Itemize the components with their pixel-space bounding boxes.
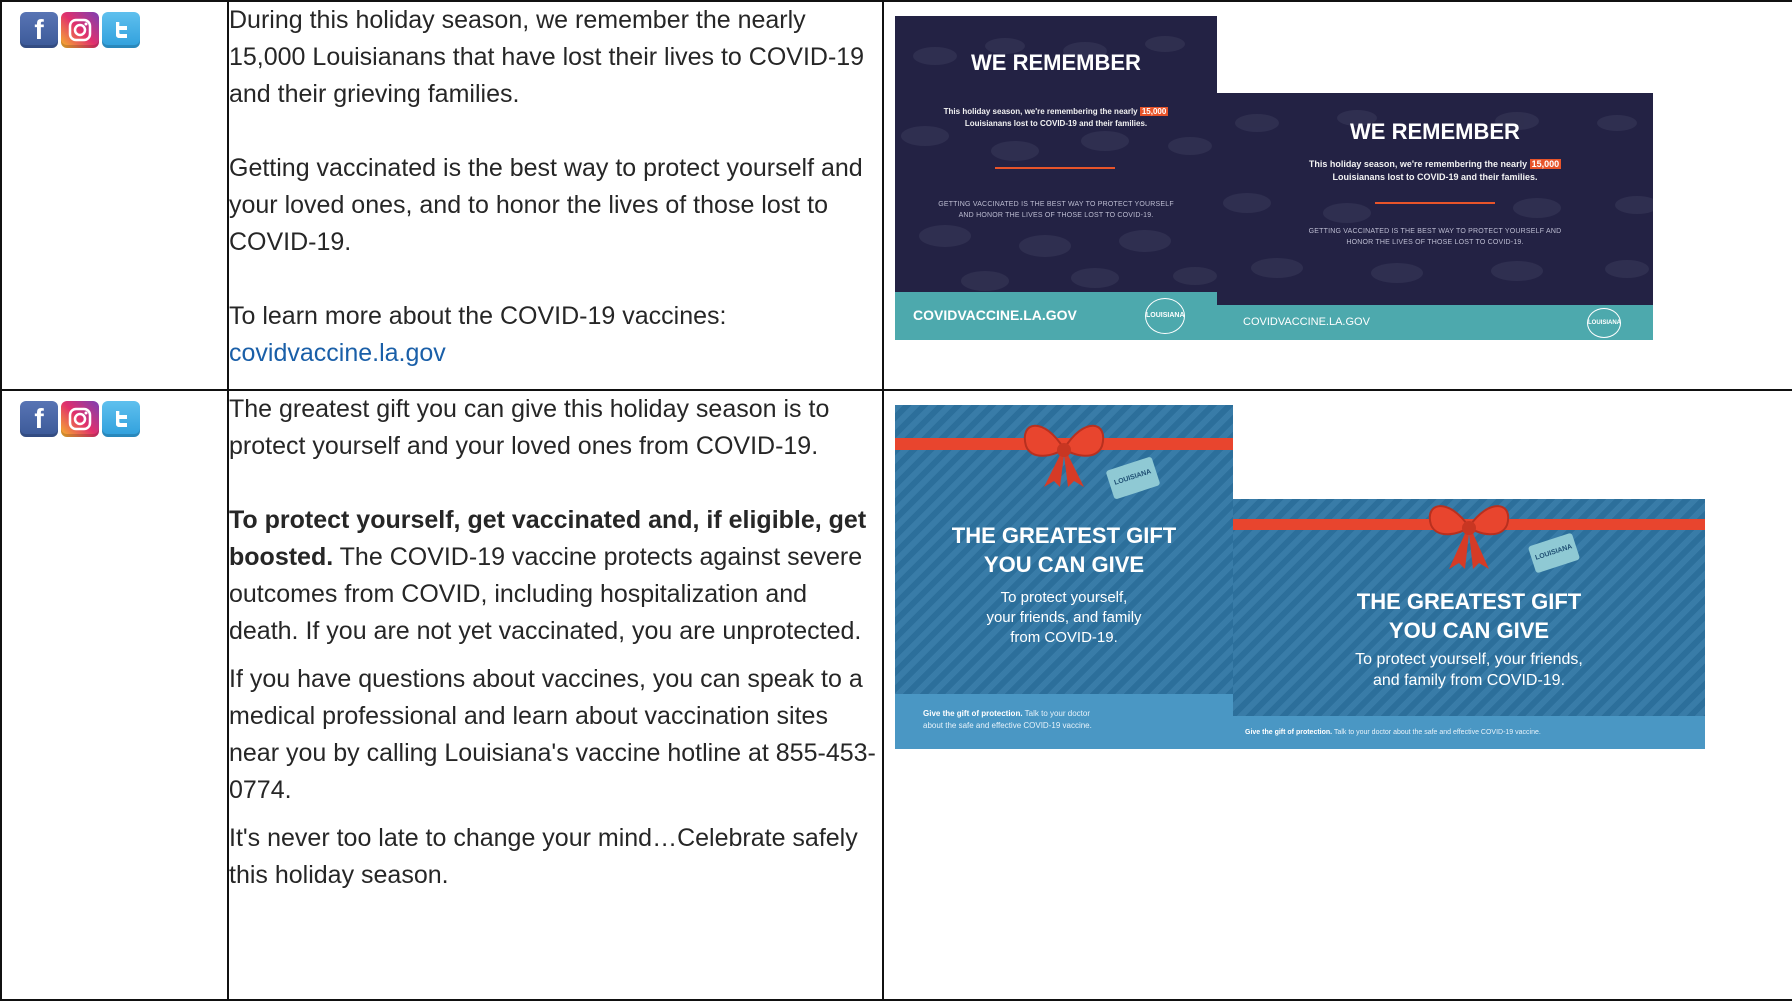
- card-small-text: GETTING VACCINATED IS THE BEST WAY TO PR…: [895, 199, 1217, 221]
- card-title: WE REMEMBER: [971, 50, 1141, 75]
- we-remember-wide-image: WE REMEMBER This holiday season, we're r…: [1217, 93, 1653, 340]
- card-footer: COVIDVACCINE.LA.GOV LOUISIANA: [1217, 305, 1653, 340]
- post-paragraph: To learn more about the COVID-19 vaccine…: [229, 298, 882, 372]
- card-body: To protect yourself, your friends, and f…: [1233, 649, 1705, 691]
- highlight-number: 15,000: [1139, 107, 1169, 116]
- body-line: from COVID-19.: [1010, 629, 1118, 646]
- footer-text: Talk to your doctor: [1022, 709, 1091, 718]
- post-paragraph: Getting vaccinated is the best way to pr…: [229, 154, 863, 256]
- vaccine-link[interactable]: covidvaccine.la.gov: [229, 339, 446, 367]
- card-subtitle: This holiday season, we're remembering t…: [895, 106, 1217, 130]
- instagram-icon: [61, 401, 99, 437]
- footer-bold: Give the gift of protection.: [923, 709, 1023, 718]
- card-title: THE GREATEST GIFT YOU CAN GIVE: [1233, 587, 1705, 645]
- card-subtitle-line: Louisianans lost to COVID-19 and their f…: [1332, 172, 1538, 182]
- table-row: f During this holiday season, we remembe…: [0, 0, 1792, 391]
- card-subtitle-line: Louisianans lost to COVID-19 and their f…: [964, 119, 1148, 128]
- card-subtitle-line: This holiday season, we're remembering t…: [1308, 159, 1528, 169]
- small-line: HONOR THE LIVES OF THOSE LOST TO COVID-1…: [1346, 239, 1524, 246]
- card-footer: Give the gift of protection. Talk to you…: [895, 694, 1233, 749]
- card-body: To protect yourself, your friends, and f…: [895, 588, 1233, 648]
- post-paragraph: To protect yourself, get vaccinated and,…: [229, 502, 882, 650]
- title-line: THE GREATEST GIFT: [951, 523, 1177, 548]
- footer-url: COVIDVACCINE.LA.GOV: [913, 307, 1077, 323]
- bow-icon: [1023, 424, 1105, 487]
- post-paragraph: It's never too late to change your mind……: [229, 824, 858, 889]
- bow-icon: [1428, 505, 1510, 569]
- small-line: AND HONOR THE LIVES OF THOSE LOST TO COV…: [958, 212, 1154, 219]
- card-footer: COVIDVACCINE.LA.GOV LOUISIANA: [895, 292, 1217, 340]
- post-text-cell: The greatest gift you can give this holi…: [227, 389, 884, 1001]
- body-line: To protect yourself, your friends,: [1355, 651, 1583, 668]
- social-icons: f: [2, 391, 227, 437]
- small-line: GETTING VACCINATED IS THE BEST WAY TO PR…: [1308, 228, 1562, 235]
- post-paragraph: The greatest gift you can give this holi…: [229, 395, 830, 460]
- card-small-text: GETTING VACCINATED IS THE BEST WAY TO PR…: [1217, 226, 1653, 248]
- post-text-cell: During this holiday season, we remember …: [227, 0, 884, 391]
- footer-text: about the safe and effective COVID-19 va…: [923, 721, 1092, 730]
- image-cell: LOUISIANA THE GREATEST GIFT YOU CAN GIVE…: [882, 389, 1792, 1001]
- facebook-icon: f: [20, 12, 58, 48]
- image-cell: WE REMEMBER This holiday season, we're r…: [882, 0, 1792, 391]
- highlight-number: 15,000: [1529, 159, 1562, 169]
- we-remember-square-image: WE REMEMBER This holiday season, we're r…: [895, 16, 1217, 340]
- icons-cell: f: [0, 389, 229, 1001]
- card-subtitle: This holiday season, we're remembering t…: [1217, 158, 1653, 184]
- body-line: and family from COVID-19.: [1372, 672, 1566, 689]
- body-line: your friends, and family: [986, 609, 1142, 626]
- louisiana-logo: LOUISIANA: [1145, 298, 1185, 334]
- greatest-gift-wide-image: LOUISIANA THE GREATEST GIFT YOU CAN GIVE…: [1233, 499, 1705, 749]
- post-paragraph: During this holiday season, we remember …: [229, 6, 865, 108]
- twitter-icon: [102, 401, 140, 437]
- small-line: GETTING VACCINATED IS THE BEST WAY TO PR…: [938, 201, 1174, 208]
- card-footer: Give the gift of protection. Talk to you…: [1233, 716, 1705, 749]
- title-line: THE GREATEST GIFT: [1356, 589, 1582, 614]
- card-title: THE GREATEST GIFT YOU CAN GIVE: [895, 521, 1233, 579]
- post-paragraph: If you have questions about vaccines, yo…: [229, 665, 876, 804]
- footer-bold: Give the gift of protection.: [1245, 729, 1333, 736]
- table-row: f The greatest gift you can give this ho…: [0, 389, 1792, 1001]
- greatest-gift-square-image: LOUISIANA THE GREATEST GIFT YOU CAN GIVE…: [895, 405, 1233, 749]
- orange-rule: [995, 167, 1115, 169]
- orange-rule: [1375, 202, 1495, 204]
- louisiana-logo: LOUISIANA: [1587, 308, 1621, 338]
- twitter-icon: [102, 12, 140, 48]
- social-icons: f: [2, 2, 227, 48]
- instagram-icon: [61, 12, 99, 48]
- footer-text: Talk to your doctor about the safe and e…: [1332, 729, 1541, 736]
- learn-more-text: To learn more about the COVID-19 vaccine…: [229, 302, 727, 330]
- content-table: f During this holiday season, we remembe…: [0, 0, 1792, 1001]
- title-line: YOU CAN GIVE: [1388, 618, 1550, 643]
- icons-cell: f: [0, 0, 229, 391]
- facebook-icon: f: [20, 401, 58, 437]
- body-line: To protect yourself,: [1000, 589, 1128, 606]
- card-subtitle-line: This holiday season, we're remembering t…: [943, 107, 1138, 116]
- card-title: WE REMEMBER: [1350, 119, 1520, 144]
- footer-url: COVIDVACCINE.LA.GOV: [1243, 316, 1370, 328]
- title-line: YOU CAN GIVE: [983, 552, 1145, 577]
